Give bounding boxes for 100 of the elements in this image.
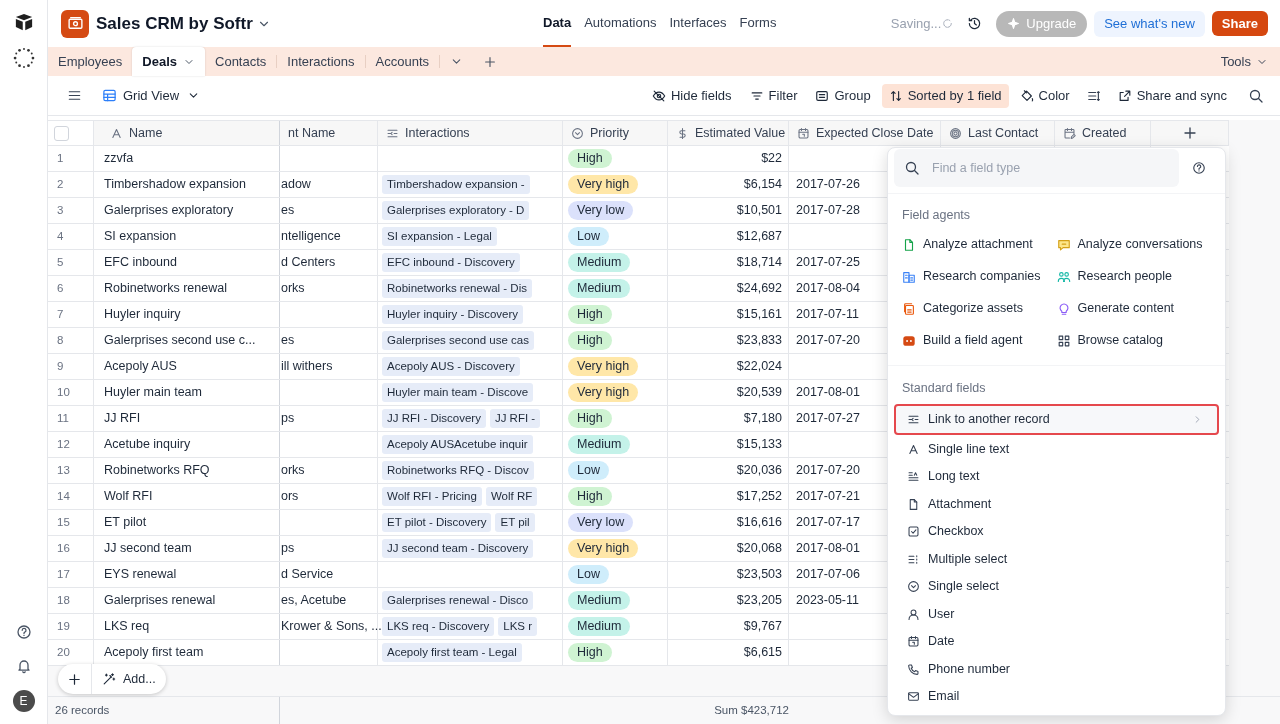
table-cell-text: SI expansion: [104, 228, 177, 246]
sidebar-toggle[interactable]: [67, 88, 82, 103]
field-type-option[interactable]: Multiple select: [894, 545, 1219, 573]
priority-tag: Medium: [568, 253, 631, 272]
field-agent-option[interactable]: Generate content: [1056, 292, 1211, 325]
linked-record-chip[interactable]: Huyler inquiry - Discovery: [382, 305, 523, 324]
field-type-option[interactable]: Checkbox: [894, 518, 1219, 546]
share-button[interactable]: Share: [1211, 11, 1268, 36]
search-field[interactable]: Find a field type: [894, 149, 1179, 187]
table-cell-text: ors: [281, 488, 299, 506]
table-cell-text: 2017-07-20: [796, 462, 860, 480]
linked-record-chip[interactable]: ET pil: [495, 513, 535, 532]
view-switcher[interactable]: Grid View: [102, 85, 201, 106]
toolbar-button[interactable]: Hide fields: [644, 83, 739, 108]
toolbar-button[interactable]: Share and sync: [1110, 83, 1234, 108]
toolbar-button[interactable]: Sorted by 1 field: [881, 83, 1009, 108]
field-type-option[interactable]: Attachment: [894, 490, 1219, 518]
field-type-option[interactable]: User: [894, 600, 1219, 628]
table-cell-text: JJ second team: [104, 540, 192, 558]
linked-record-chip[interactable]: Acepoly AUSAcetube inquir: [382, 435, 533, 454]
field-agent-option[interactable]: Categorize assets: [902, 292, 1057, 325]
table-tab[interactable]: Interactions: [277, 47, 365, 76]
user-avatar[interactable]: E: [12, 690, 35, 712]
linked-record-chip[interactable]: Wolf RFI - Pricing: [382, 487, 482, 506]
linked-record-chip[interactable]: Galerprises second use cas: [382, 331, 534, 350]
linked-record-chip[interactable]: Galerprises exploratory - D: [382, 201, 530, 220]
row-number: 12: [57, 436, 70, 452]
field-agent-option[interactable]: Analyze attachment: [902, 228, 1057, 261]
field-agent-option[interactable]: Build a field agent: [902, 324, 1057, 357]
history-button[interactable]: [967, 16, 983, 31]
field-agent-option[interactable]: Research companies: [902, 260, 1057, 293]
linked-record-chip[interactable]: EFC inbound - Discovery: [382, 253, 520, 272]
help-button[interactable]: [1192, 161, 1206, 175]
search-icon: [1248, 87, 1264, 104]
logo-icon[interactable]: [13, 12, 34, 32]
file-icon: [907, 497, 920, 511]
linked-record-chip[interactable]: Acepoly AUS - Discovery: [382, 357, 520, 376]
table-tab[interactable]: Employees: [48, 47, 133, 76]
linked-record-chip[interactable]: Galerprises renewal - Disco: [382, 591, 534, 610]
linked-record-chip[interactable]: Robinetworks renewal - Dis: [382, 279, 532, 298]
field-type-option[interactable]: Single select: [894, 573, 1219, 601]
table-tab[interactable]: Deals: [132, 47, 205, 76]
row-number: 15: [57, 514, 70, 530]
linked-record-chip[interactable]: Robinetworks RFQ - Discov: [382, 461, 534, 480]
toolbar-button[interactable]: Color: [1012, 83, 1077, 108]
toolbar-button[interactable]: Group: [808, 83, 878, 108]
table-cell-text: $24,692: [736, 280, 782, 298]
table-tab[interactable]: Accounts: [365, 47, 439, 76]
field-agent-option[interactable]: Research people: [1056, 260, 1211, 293]
linked-record-chip[interactable]: SI expansion - Legal: [382, 227, 497, 246]
field-type-option[interactable]: Single line text: [894, 435, 1219, 463]
linked-record-chip[interactable]: Huyler main team - Discove: [382, 383, 534, 402]
user-icon: [907, 607, 920, 621]
column-header[interactable]: Name: [129, 123, 163, 143]
table-cell-text: 2017-07-25: [796, 254, 860, 272]
nav-tab[interactable]: Interfaces: [669, 0, 727, 47]
tools-menu[interactable]: Tools: [1220, 47, 1268, 76]
nav-tab[interactable]: Automations: [584, 0, 657, 47]
table-cell-text: 2017-07-28: [796, 202, 860, 220]
linked-record-chip[interactable]: Timbershadow expansion -: [382, 175, 530, 194]
help-button[interactable]: [15, 624, 32, 640]
table-tab[interactable]: Contacts: [205, 47, 277, 76]
help-icon: [15, 624, 32, 640]
table-cell-text: $6,154: [743, 176, 782, 194]
table-cell-text: $12,687: [736, 228, 782, 246]
whats-new-button[interactable]: See what's new: [1094, 10, 1205, 37]
priority-tag: Very high: [568, 175, 639, 194]
field-agent-option[interactable]: Analyze conversations: [1056, 228, 1211, 261]
nav-tab[interactable]: Forms: [739, 0, 777, 47]
linked-record-chip[interactable]: ET pilot - Discovery: [382, 513, 492, 532]
table-cell-text: d Service: [281, 566, 334, 584]
field-type-option[interactable]: Long text: [894, 463, 1219, 491]
field-type-option[interactable]: Date: [894, 628, 1219, 656]
linked-record-chip[interactable]: JJ second team - Discovery: [382, 539, 534, 558]
priority-tag: Very low: [568, 201, 634, 220]
linked-record-chip[interactable]: JJ RFI - Discovery: [382, 409, 486, 428]
search-button[interactable]: [1248, 87, 1264, 104]
notifications-button[interactable]: [15, 658, 32, 674]
table-cell-text: $15,133: [736, 436, 782, 454]
phone-icon: [907, 662, 920, 676]
priority-tag: Medium: [568, 617, 631, 636]
select-all-checkbox[interactable]: [54, 125, 69, 141]
table-cell-text: $23,205: [736, 592, 782, 610]
linked-record-chip[interactable]: LKS req - Discovery: [382, 617, 495, 636]
field-type-option[interactable]: Phone number: [894, 655, 1219, 683]
sort-icon: [888, 88, 903, 103]
toolbar-button[interactable]: Filter: [742, 83, 805, 108]
linked-record-chip[interactable]: Wolf RF: [485, 487, 538, 506]
search-icon: [904, 160, 920, 176]
field-type-option[interactable]: Email: [894, 683, 1219, 711]
linked-record-chip[interactable]: Acepoly first team - Legal: [382, 643, 522, 662]
add-with-ai-button[interactable]: Add...: [92, 664, 166, 694]
table-cell-text: Wolf RFI: [104, 488, 153, 506]
field-agent-option[interactable]: Browse catalog: [1056, 324, 1211, 357]
linked-record-chip[interactable]: JJ RFI -: [489, 409, 541, 428]
field-type-option[interactable]: Link to another record: [894, 403, 1219, 435]
base-title[interactable]: Sales CRM by Softr: [96, 10, 271, 37]
app-icon[interactable]: [61, 9, 89, 38]
linked-record-chip[interactable]: LKS r: [498, 617, 538, 636]
plus-icon: [67, 671, 82, 687]
